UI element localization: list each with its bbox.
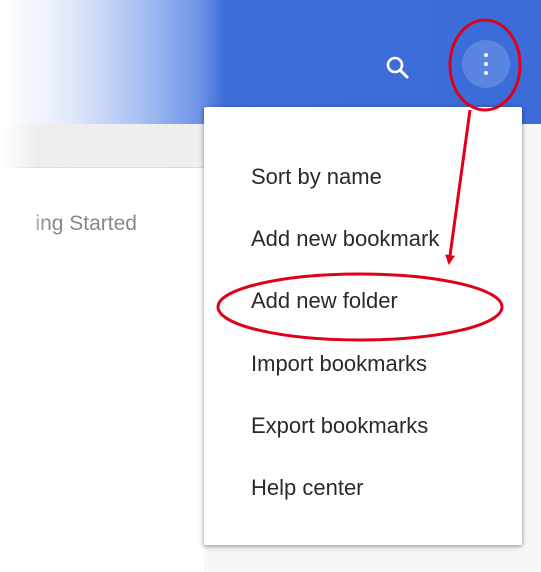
- menu-item-label: Import bookmarks: [251, 351, 428, 376]
- menu-item-label: Export bookmarks: [251, 413, 429, 438]
- more-options-button[interactable]: [462, 40, 510, 88]
- content-band: [0, 124, 220, 168]
- menu-item-label: Sort by name: [251, 164, 382, 189]
- divider: [0, 167, 220, 168]
- menu-item-label: Add new bookmark: [251, 226, 440, 251]
- menu-item-export-bookmarks[interactable]: Export bookmarks: [204, 400, 522, 450]
- menu-item-label: Add new folder: [251, 288, 398, 313]
- page-background-strip-bottom: [204, 545, 522, 572]
- toolbar-header: [0, 0, 541, 124]
- menu-item-help-center[interactable]: Help center: [204, 462, 522, 512]
- page-background-strip: [522, 124, 541, 572]
- bookmark-folder-title-text: ing Started: [35, 212, 137, 235]
- menu-item-add-new-folder[interactable]: Add new folder: [204, 275, 522, 325]
- menu-item-label: Help center: [251, 475, 364, 500]
- search-icon: [386, 56, 409, 79]
- search-button[interactable]: [376, 46, 420, 90]
- options-menu: Sort by name Add new bookmark Add new fo…: [204, 107, 522, 545]
- menu-item-add-new-bookmark[interactable]: Add new bookmark: [204, 213, 522, 263]
- more-vert-icon: [484, 53, 488, 75]
- title-fade: [0, 208, 50, 240]
- menu-item-sort-by-name[interactable]: Sort by name: [204, 151, 522, 201]
- menu-item-import-bookmarks[interactable]: Import bookmarks: [204, 338, 522, 388]
